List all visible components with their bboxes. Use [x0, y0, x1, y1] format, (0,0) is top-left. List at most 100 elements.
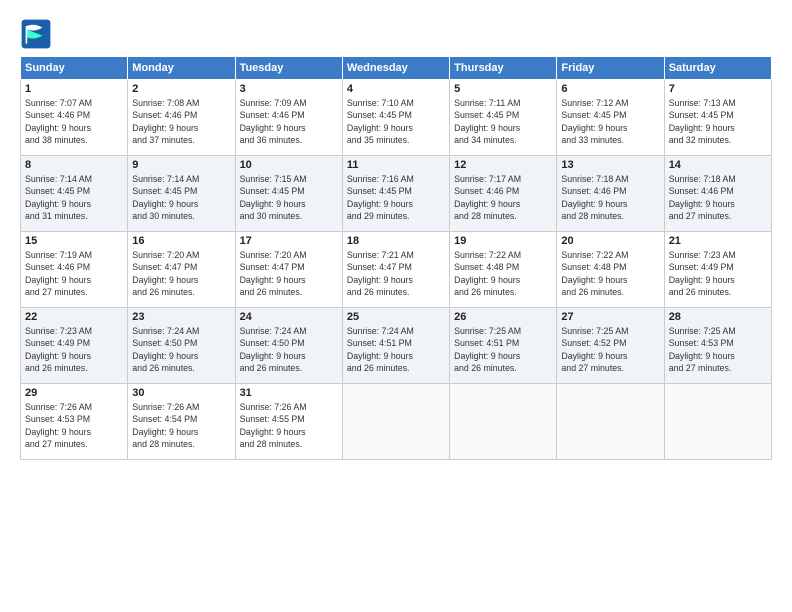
day-number: 1 [25, 83, 123, 95]
calendar-header-row: SundayMondayTuesdayWednesdayThursdayFrid… [21, 57, 772, 80]
day-info: Sunrise: 7:17 AM Sunset: 4:46 PM Dayligh… [454, 173, 552, 222]
day-info: Sunrise: 7:18 AM Sunset: 4:46 PM Dayligh… [561, 173, 659, 222]
day-info: Sunrise: 7:12 AM Sunset: 4:45 PM Dayligh… [561, 97, 659, 146]
day-info: Sunrise: 7:16 AM Sunset: 4:45 PM Dayligh… [347, 173, 445, 222]
day-number: 31 [240, 387, 338, 399]
week-row-4: 29 Sunrise: 7:26 AM Sunset: 4:53 PM Dayli… [21, 384, 772, 460]
day-number: 4 [347, 83, 445, 95]
col-header-sunday: Sunday [21, 57, 128, 80]
day-info: Sunrise: 7:22 AM Sunset: 4:48 PM Dayligh… [454, 249, 552, 298]
day-info: Sunrise: 7:14 AM Sunset: 4:45 PM Dayligh… [25, 173, 123, 222]
day-cell: 31 Sunrise: 7:26 AM Sunset: 4:55 PM Dayli… [235, 384, 342, 460]
day-cell: 27 Sunrise: 7:25 AM Sunset: 4:52 PM Dayli… [557, 308, 664, 384]
day-cell: 15 Sunrise: 7:19 AM Sunset: 4:46 PM Dayli… [21, 232, 128, 308]
day-info: Sunrise: 7:22 AM Sunset: 4:48 PM Dayligh… [561, 249, 659, 298]
day-number: 7 [669, 83, 767, 95]
week-row-2: 15 Sunrise: 7:19 AM Sunset: 4:46 PM Dayli… [21, 232, 772, 308]
day-cell: 7 Sunrise: 7:13 AM Sunset: 4:45 PM Daylig… [664, 80, 771, 156]
day-cell: 24 Sunrise: 7:24 AM Sunset: 4:50 PM Dayli… [235, 308, 342, 384]
day-cell: 1 Sunrise: 7:07 AM Sunset: 4:46 PM Daylig… [21, 80, 128, 156]
day-info: Sunrise: 7:20 AM Sunset: 4:47 PM Dayligh… [132, 249, 230, 298]
day-info: Sunrise: 7:13 AM Sunset: 4:45 PM Dayligh… [669, 97, 767, 146]
day-info: Sunrise: 7:07 AM Sunset: 4:46 PM Dayligh… [25, 97, 123, 146]
day-info: Sunrise: 7:11 AM Sunset: 4:45 PM Dayligh… [454, 97, 552, 146]
day-cell: 11 Sunrise: 7:16 AM Sunset: 4:45 PM Dayli… [342, 156, 449, 232]
day-number: 29 [25, 387, 123, 399]
day-number: 24 [240, 311, 338, 323]
day-info: Sunrise: 7:09 AM Sunset: 4:46 PM Dayligh… [240, 97, 338, 146]
day-number: 30 [132, 387, 230, 399]
week-row-3: 22 Sunrise: 7:23 AM Sunset: 4:49 PM Dayli… [21, 308, 772, 384]
day-info: Sunrise: 7:25 AM Sunset: 4:51 PM Dayligh… [454, 325, 552, 374]
day-cell: 23Sunrise: 7:24 AM Sunset: 4:50 PM Dayli… [128, 308, 235, 384]
day-cell: 5 Sunrise: 7:11 AM Sunset: 4:45 PM Daylig… [450, 80, 557, 156]
day-info: Sunrise: 7:15 AM Sunset: 4:45 PM Dayligh… [240, 173, 338, 222]
day-number: 19 [454, 235, 552, 247]
day-cell: 25Sunrise: 7:24 AM Sunset: 4:51 PM Dayli… [342, 308, 449, 384]
day-number: 8 [25, 159, 123, 171]
day-cell [450, 384, 557, 460]
day-number: 11 [347, 159, 445, 171]
day-number: 15 [25, 235, 123, 247]
col-header-wednesday: Wednesday [342, 57, 449, 80]
day-cell: 17 Sunrise: 7:20 AM Sunset: 4:47 PM Dayli… [235, 232, 342, 308]
day-cell [664, 384, 771, 460]
day-number: 5 [454, 83, 552, 95]
day-number: 14 [669, 159, 767, 171]
day-number: 21 [669, 235, 767, 247]
col-header-thursday: Thursday [450, 57, 557, 80]
day-cell: 8 Sunrise: 7:14 AM Sunset: 4:45 PM Daylig… [21, 156, 128, 232]
day-info: Sunrise: 7:23 AM Sunset: 4:49 PM Dayligh… [25, 325, 123, 374]
day-number: 10 [240, 159, 338, 171]
day-cell: 10 Sunrise: 7:15 AM Sunset: 4:45 PM Dayli… [235, 156, 342, 232]
col-header-tuesday: Tuesday [235, 57, 342, 80]
day-number: 17 [240, 235, 338, 247]
day-cell: 16Sunrise: 7:20 AM Sunset: 4:47 PM Dayli… [128, 232, 235, 308]
day-number: 27 [561, 311, 659, 323]
day-cell: 20 Sunrise: 7:22 AM Sunset: 4:48 PM Dayli… [557, 232, 664, 308]
col-header-saturday: Saturday [664, 57, 771, 80]
day-info: Sunrise: 7:26 AM Sunset: 4:54 PM Dayligh… [132, 401, 230, 450]
day-info: Sunrise: 7:19 AM Sunset: 4:46 PM Dayligh… [25, 249, 123, 298]
day-number: 13 [561, 159, 659, 171]
day-cell: 13 Sunrise: 7:18 AM Sunset: 4:46 PM Dayli… [557, 156, 664, 232]
day-info: Sunrise: 7:25 AM Sunset: 4:52 PM Dayligh… [561, 325, 659, 374]
logo-icon [20, 18, 52, 50]
day-cell: 14 Sunrise: 7:18 AM Sunset: 4:46 PM Dayli… [664, 156, 771, 232]
day-cell: 4Sunrise: 7:10 AM Sunset: 4:45 PM Daylig… [342, 80, 449, 156]
logo [20, 18, 56, 50]
week-row-0: 1 Sunrise: 7:07 AM Sunset: 4:46 PM Daylig… [21, 80, 772, 156]
day-info: Sunrise: 7:24 AM Sunset: 4:50 PM Dayligh… [132, 325, 230, 374]
day-number: 3 [240, 83, 338, 95]
col-header-friday: Friday [557, 57, 664, 80]
day-cell [557, 384, 664, 460]
day-number: 22 [25, 311, 123, 323]
day-number: 26 [454, 311, 552, 323]
day-cell: 21 Sunrise: 7:23 AM Sunset: 4:49 PM Dayli… [664, 232, 771, 308]
day-info: Sunrise: 7:23 AM Sunset: 4:49 PM Dayligh… [669, 249, 767, 298]
day-cell: 22 Sunrise: 7:23 AM Sunset: 4:49 PM Dayli… [21, 308, 128, 384]
day-number: 6 [561, 83, 659, 95]
day-info: Sunrise: 7:25 AM Sunset: 4:53 PM Dayligh… [669, 325, 767, 374]
page: SundayMondayTuesdayWednesdayThursdayFrid… [0, 0, 792, 612]
day-cell: 2Sunrise: 7:08 AM Sunset: 4:46 PM Daylig… [128, 80, 235, 156]
day-info: Sunrise: 7:26 AM Sunset: 4:53 PM Dayligh… [25, 401, 123, 450]
day-cell: 19 Sunrise: 7:22 AM Sunset: 4:48 PM Dayli… [450, 232, 557, 308]
day-cell: 30 Sunrise: 7:26 AM Sunset: 4:54 PM Dayli… [128, 384, 235, 460]
day-cell [342, 384, 449, 460]
col-header-monday: Monday [128, 57, 235, 80]
day-info: Sunrise: 7:20 AM Sunset: 4:47 PM Dayligh… [240, 249, 338, 298]
day-info: Sunrise: 7:24 AM Sunset: 4:50 PM Dayligh… [240, 325, 338, 374]
day-number: 28 [669, 311, 767, 323]
day-number: 18 [347, 235, 445, 247]
week-row-1: 8 Sunrise: 7:14 AM Sunset: 4:45 PM Daylig… [21, 156, 772, 232]
day-number: 20 [561, 235, 659, 247]
day-info: Sunrise: 7:18 AM Sunset: 4:46 PM Dayligh… [669, 173, 767, 222]
header [20, 18, 772, 50]
day-info: Sunrise: 7:21 AM Sunset: 4:47 PM Dayligh… [347, 249, 445, 298]
day-number: 9 [132, 159, 230, 171]
day-cell: 3 Sunrise: 7:09 AM Sunset: 4:46 PM Daylig… [235, 80, 342, 156]
day-info: Sunrise: 7:26 AM Sunset: 4:55 PM Dayligh… [240, 401, 338, 450]
day-info: Sunrise: 7:08 AM Sunset: 4:46 PM Dayligh… [132, 97, 230, 146]
day-cell: 12Sunrise: 7:17 AM Sunset: 4:46 PM Dayli… [450, 156, 557, 232]
